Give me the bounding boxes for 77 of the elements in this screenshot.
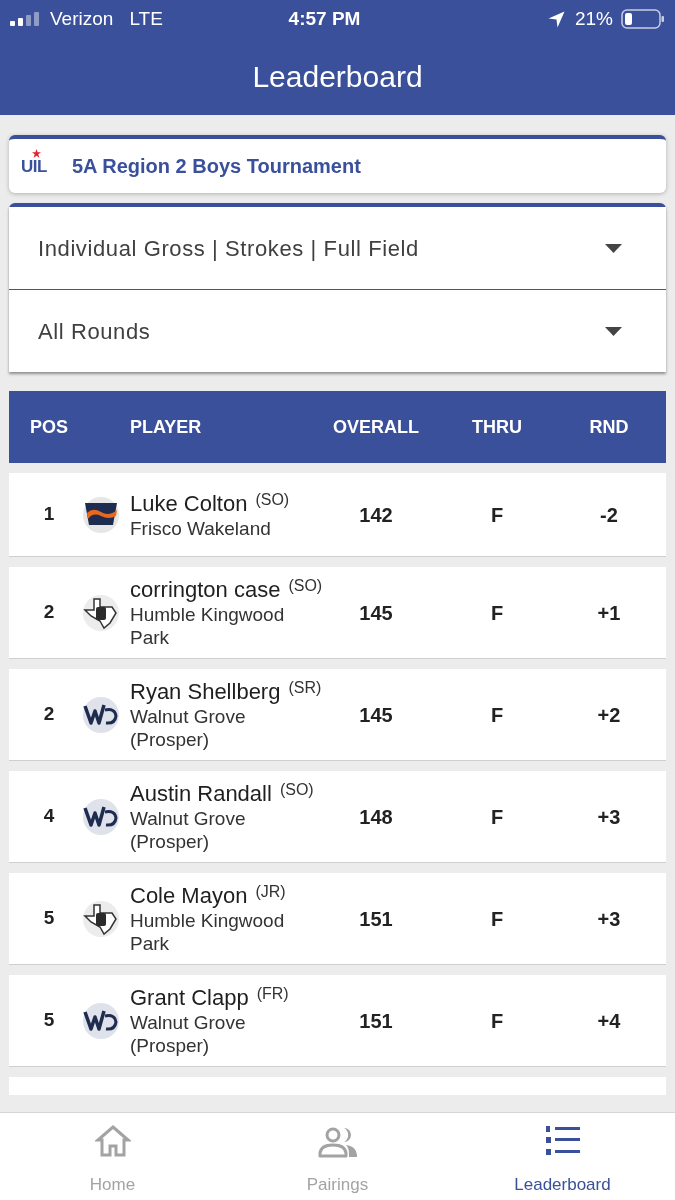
caret-down-icon	[605, 326, 622, 336]
position-cell-text: 4	[43, 804, 55, 829]
thru-cell-text: F	[490, 502, 504, 528]
leaderboard-row[interactable]: 2 corrington case (SO) Humble Kingwood Park 145 F +1	[9, 567, 666, 659]
school-logo-icon	[82, 593, 120, 632]
logo-text: UIL	[21, 157, 47, 175]
player-grade: (SR)	[288, 678, 322, 698]
round-score: +3	[597, 804, 621, 830]
overall-score: 151	[359, 906, 393, 932]
signal-icon	[10, 12, 42, 26]
round-score: -2	[600, 502, 618, 528]
round-score: +1	[597, 600, 621, 626]
leaderboard-row[interactable]: 4 Austin Randall (SO) Walnut Grove (Prosper) 148 F +3	[9, 771, 666, 863]
thru-cell-text: F	[490, 600, 504, 626]
position-cell-text: 5	[43, 1008, 55, 1033]
column-header: PLAYER	[130, 415, 202, 439]
column-header: THRU	[472, 415, 522, 439]
overall-score: 151	[359, 1008, 393, 1034]
position-cell-text: 2	[43, 600, 55, 625]
round-score: +3	[597, 906, 621, 932]
column-header: POS	[30, 415, 68, 439]
round-score: +2	[597, 702, 621, 728]
player-grade: (SO)	[288, 576, 323, 596]
player-grade: (JR)	[255, 882, 286, 902]
home-icon	[94, 1124, 131, 1158]
overall-score: 148	[359, 804, 393, 830]
overall-score: 142	[359, 502, 393, 528]
school-name: Humble Kingwood Park	[130, 603, 286, 649]
status-time: 4:57 PM	[288, 6, 361, 31]
location-arrow-icon	[547, 10, 565, 28]
player-grade: (SO)	[279, 780, 314, 800]
carrier-name: Verizon	[50, 6, 114, 31]
school-name: Humble Kingwood Park	[130, 909, 286, 955]
school-logo-icon	[82, 899, 120, 938]
leaderboard-row[interactable]: 5 Grant Clapp (FR) Walnut Grove (Prosper) 151 F +4	[9, 975, 666, 1067]
player-name: Grant Clapp	[130, 984, 249, 1011]
battery-percent: 21%	[574, 6, 613, 31]
page-title: Leaderboard	[252, 59, 423, 95]
player-name: Cole Mayon	[130, 882, 248, 909]
position-cell-text: 1	[43, 502, 55, 527]
network-type: LTE	[129, 6, 163, 31]
thru-cell-text: F	[490, 702, 504, 728]
leaderboard-row[interactable]: 5 Cole Mayon (JR) Humble Kingwood Park 151 F +3	[9, 873, 666, 965]
thru-cell-text: F	[490, 1008, 504, 1034]
school-logo-icon	[82, 797, 120, 836]
player-grade: (SO)	[255, 489, 290, 510]
position-cell-text: 5	[43, 906, 55, 931]
school-name: Frisco Wakeland	[130, 516, 272, 540]
list-icon	[544, 1124, 581, 1158]
school-name: Walnut Grove (Prosper)	[130, 705, 247, 751]
player-grade: (FR)	[256, 984, 289, 1004]
tab-button[interactable]: Leaderboard	[450, 1113, 675, 1200]
thru-cell-text: F	[490, 906, 504, 932]
school-logo-icon	[82, 495, 120, 534]
leaderboard-row[interactable]: 1 Luke Colton (SO) Frisco Wakeland 142 F -2	[9, 473, 666, 557]
filter-dropdown[interactable]: All Rounds	[9, 290, 666, 372]
column-header: OVERALL	[333, 415, 419, 439]
player-name: Ryan Shellberg	[130, 678, 281, 705]
star-icon	[32, 148, 41, 158]
leaderboard-row[interactable]: 2 Ryan Shellberg (SR) Walnut Grove (Prosper) 145 F +2	[9, 669, 666, 761]
caret-down-icon	[605, 243, 622, 253]
thru-cell-text: F	[490, 804, 504, 830]
player-name: Luke Colton	[130, 489, 248, 517]
position-cell-text: 2	[43, 702, 55, 727]
round-score: +4	[597, 1008, 621, 1034]
school-logo-icon	[82, 1001, 120, 1040]
battery-icon	[621, 9, 665, 29]
column-header: RND	[589, 415, 629, 439]
filter-dropdown[interactable]: Individual Gross | Strokes | Full Field	[9, 207, 666, 289]
player-name: corrington case	[130, 576, 281, 603]
school-logo-icon	[82, 695, 120, 734]
player-name: Austin Randall	[130, 780, 272, 807]
overall-score: 145	[359, 702, 393, 728]
overall-score: 145	[359, 600, 393, 626]
school-name: Walnut Grove (Prosper)	[130, 807, 247, 853]
tournament-name: 5A Region 2 Boys Tournament	[71, 154, 361, 179]
school-name: Walnut Grove (Prosper)	[130, 1011, 247, 1057]
